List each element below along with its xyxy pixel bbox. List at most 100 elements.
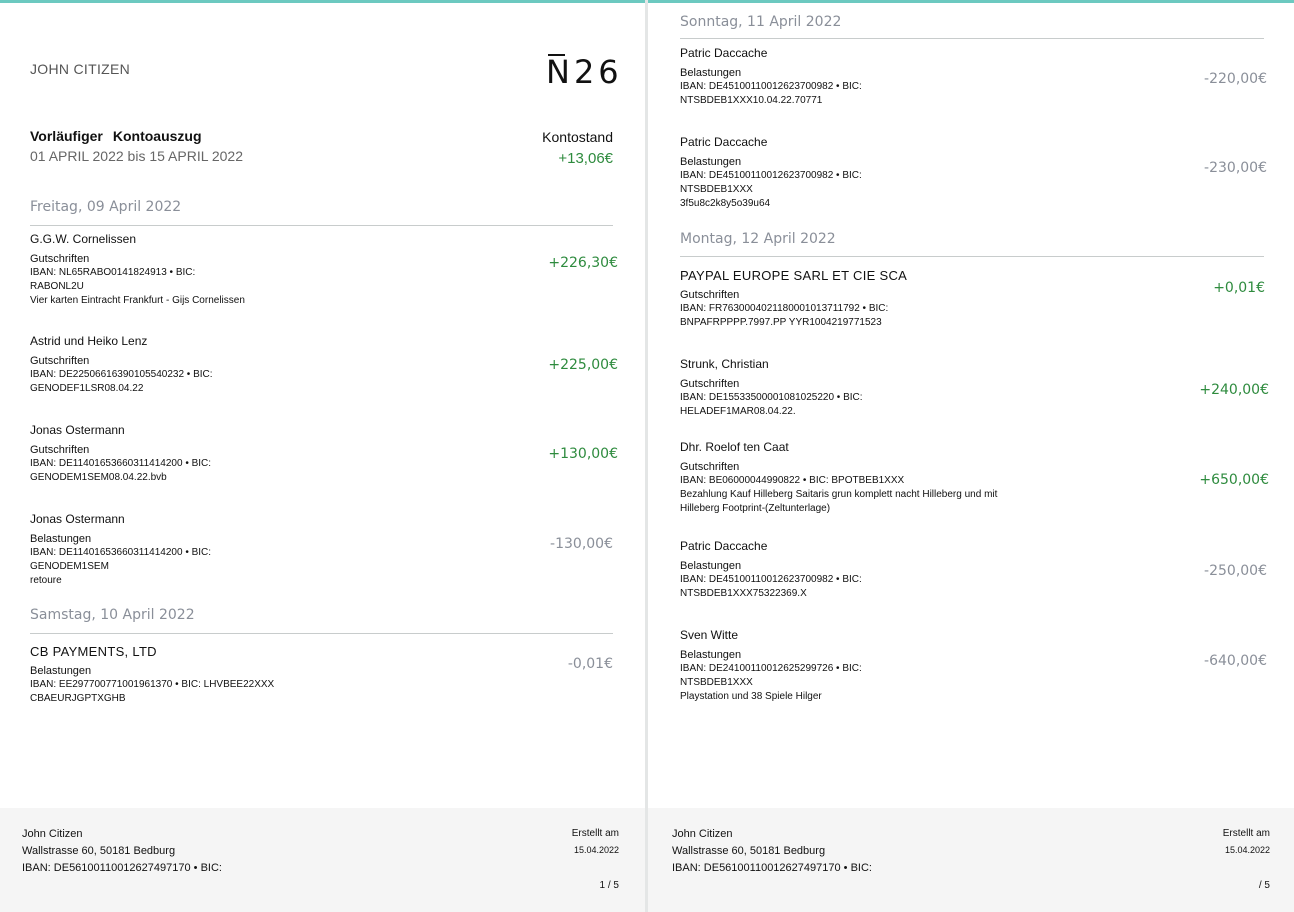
footer-created-label: Erstellt am	[1222, 828, 1270, 839]
transaction-item: Jonas Ostermann Gutschriften IBAN: DE114…	[30, 423, 211, 485]
payee-name: Patric Daccache	[680, 539, 768, 553]
footer-created-date: 15.04.2022	[1224, 845, 1270, 855]
bic-reference: GENODEM1SEM08.04.22.bvb	[30, 472, 167, 483]
transaction-type: Belastungen	[30, 665, 92, 677]
footer-iban: IBAN: DE56100110012627497170 • BIC:	[672, 862, 872, 874]
iban-bic: IBAN: DE15533500001081025220 • BIC:	[680, 392, 863, 403]
transaction-item: Patric Daccache Belastungen IBAN: DE4510…	[680, 46, 862, 108]
bic-reference: HELADEF1MAR08.04.22.	[680, 406, 796, 417]
bic-reference: GENODEF1LSR08.04.22	[30, 383, 144, 394]
payee-name: PAYPAL EUROPE SARL ET CIE SCA	[680, 268, 908, 283]
transaction-type: Belastungen	[30, 533, 92, 545]
iban-bic: IBAN: DE11401653660311414200 • BIC:	[30, 547, 212, 558]
transaction-item: Strunk, Christian Gutschriften IBAN: DE1…	[680, 357, 863, 419]
payee-name: Jonas Ostermann	[30, 423, 125, 437]
date-rule	[30, 633, 613, 634]
transaction-amount: +130,00€	[548, 446, 618, 462]
transaction-amount: +0,01€	[1213, 280, 1265, 296]
date-heading: Freitag, 09 April 2022	[30, 199, 182, 215]
iban-bic: IBAN: DE45100110012623700982 • BIC:	[680, 574, 862, 585]
transaction-description: retoure	[30, 575, 62, 586]
iban-bic: IBAN: NL65RABO0141824913 • BIC:	[30, 267, 196, 278]
transaction-type: Belastungen	[680, 649, 742, 661]
logo-overline	[548, 54, 565, 56]
transaction-item: Patric Daccache Belastungen IBAN: DE4510…	[680, 135, 862, 211]
date-rule	[680, 256, 1264, 257]
iban-bic: IBAN: BE06000044990822 • BIC: BPOTBEB1XX…	[680, 475, 905, 486]
transaction-item: Jonas Ostermann Belastungen IBAN: DE1140…	[30, 512, 211, 588]
transaction-type: Gutschriften	[680, 378, 740, 390]
bic-reference: RABONL2U	[30, 281, 84, 292]
bic-reference: GENODEM1SEM	[30, 561, 109, 572]
transaction-item: Astrid und Heiko Lenz Gutschriften IBAN:…	[30, 334, 213, 396]
transaction-amount: -0,01€	[567, 656, 613, 672]
payee-name: Jonas Ostermann	[30, 512, 125, 526]
transaction-item: G.G.W. Cornelissen Gutschriften IBAN: NL…	[30, 232, 245, 308]
iban-bic: IBAN: DE11401653660311414200 • BIC:	[30, 458, 212, 469]
footer-address: Wallstrasse 60, 50181 Bedburg	[22, 845, 176, 857]
statement-page-1: JOHN CITIZEN N26 Vorläufiger Kontoauszug …	[0, 3, 645, 912]
transaction-type: Gutschriften	[30, 444, 90, 456]
n26-logo: N26	[546, 53, 623, 91]
iban-bic: IBAN: DE22506616390105540232 • BIC:	[30, 369, 213, 380]
payee-name: CB PAYMENTS, LTD	[30, 644, 157, 659]
payee-name: Patric Daccache	[680, 46, 768, 60]
account-owner-name: JOHN CITIZEN	[30, 61, 131, 77]
bic-reference: NTSBDEB1XXX10.04.22.70771	[680, 95, 823, 106]
footer-address: Wallstrasse 60, 50181 Bedburg	[672, 845, 826, 857]
transaction-item: Sven Witte Belastungen IBAN: DE241001100…	[680, 628, 862, 704]
statement-title: Vorläufiger Kontoauszug	[30, 128, 202, 144]
transaction-description: Vier karten Eintracht Frankfurt - Gijs C…	[30, 295, 245, 306]
footer-page-number: 1 / 5	[599, 880, 619, 891]
transaction-item: Dhr. Roelof ten Caat Gutschriften IBAN: …	[680, 440, 997, 516]
footer-created-date: 15.04.2022	[573, 845, 619, 855]
transaction-description: Bezahlung Kauf Hilleberg Saitaris grun k…	[680, 489, 998, 500]
transaction-amount: +650,00€	[1199, 472, 1269, 488]
payee-name: Astrid und Heiko Lenz	[30, 334, 148, 348]
transaction-item: Patric Daccache Belastungen IBAN: DE4510…	[680, 539, 862, 601]
balance-label: Kontostand	[542, 129, 613, 145]
logo-text: N26	[546, 53, 623, 91]
date-heading: Sonntag, 11 April 2022	[680, 14, 842, 30]
transaction-description-cont: Hilleberg Footprint-(Zeltunterlage)	[680, 503, 831, 514]
transaction-amount: -640,00€	[1204, 653, 1267, 669]
transaction-type: Belastungen	[680, 156, 742, 168]
footer-name: John Citizen	[672, 828, 733, 840]
bic-reference: BNPAFRPPPP.7997.PP YYR1004219771523	[680, 317, 882, 328]
footer-created-label: Erstellt am	[571, 828, 619, 839]
payee-name: Patric Daccache	[680, 135, 768, 149]
transaction-item: CB PAYMENTS, LTD Belastungen IBAN: EE297…	[30, 644, 274, 706]
transaction-amount: -250,00€	[1204, 563, 1267, 579]
payee-name: Strunk, Christian	[680, 357, 769, 371]
transaction-type: Gutschriften	[680, 289, 740, 301]
transaction-amount: -230,00€	[1204, 160, 1267, 176]
statement-footer: John Citizen Wallstrasse 60, 50181 Bedbu…	[648, 808, 1294, 912]
transaction-type: Gutschriften	[680, 461, 740, 473]
date-heading: Montag, 12 April 2022	[680, 231, 836, 247]
balance-value: +13,06€	[558, 150, 613, 167]
iban-bic: IBAN: DE45100110012623700982 • BIC:	[680, 81, 862, 92]
statement-title-word-2: Kontoauszug	[112, 128, 202, 144]
iban-bic: IBAN: FR7630004021180001013711792 • BIC:	[680, 303, 889, 314]
transaction-amount: -220,00€	[1204, 71, 1267, 87]
iban-bic: IBAN: DE24100110012625299726 • BIC:	[680, 663, 862, 674]
transaction-description: Playstation und 38 Spiele Hilger	[680, 691, 822, 702]
transaction-type: Gutschriften	[30, 253, 90, 265]
bic-reference: NTSBDEB1XXX	[680, 677, 753, 688]
statement-title-word-1: Vorläufiger	[30, 128, 103, 144]
date-rule	[680, 38, 1264, 39]
iban-bic: IBAN: EE297700771001961370 • BIC: LHVBEE…	[30, 679, 275, 690]
transaction-amount: +225,00€	[548, 357, 618, 373]
bic-reference: CBAEURJGPTXGHB	[30, 693, 126, 704]
transaction-type: Belastungen	[680, 560, 742, 572]
statement-page-2: Sonntag, 11 April 2022 Patric Daccache B…	[648, 3, 1294, 912]
transaction-type: Gutschriften	[30, 355, 90, 367]
iban-bic: IBAN: DE45100110012623700982 • BIC:	[680, 170, 862, 181]
date-rule	[30, 225, 613, 226]
bic-reference: NTSBDEB1XXX75322369.X	[680, 588, 807, 599]
footer-page-number: / 5	[1258, 880, 1270, 891]
footer-iban: IBAN: DE56100110012627497170 • BIC:	[22, 862, 222, 874]
payee-name: Sven Witte	[680, 628, 739, 642]
date-heading: Samstag, 10 April 2022	[30, 607, 195, 623]
statement-footer: John Citizen Wallstrasse 60, 50181 Bedbu…	[0, 808, 645, 912]
